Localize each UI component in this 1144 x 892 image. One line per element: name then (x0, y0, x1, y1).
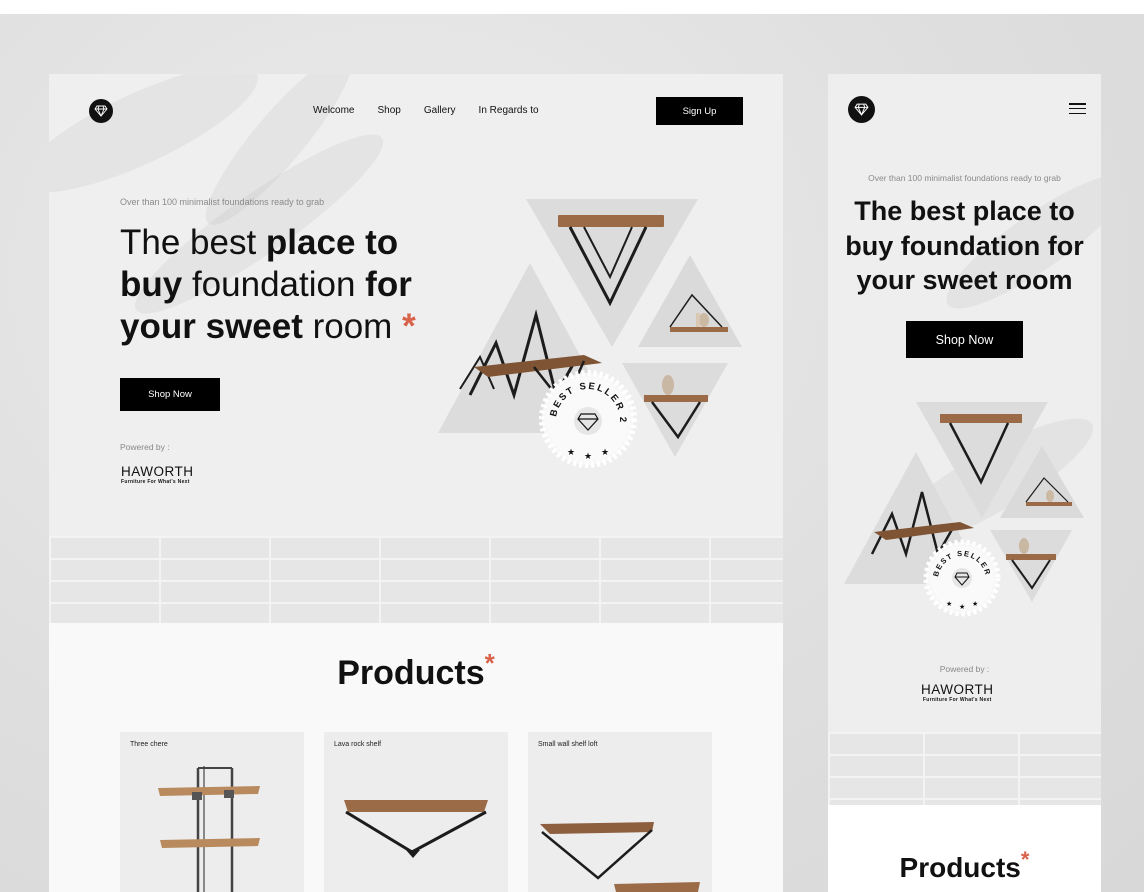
wood-shelf (558, 215, 664, 227)
asterisk-accent: * (484, 648, 495, 678)
vase (696, 313, 700, 327)
headline-segment: your sweet (856, 265, 998, 295)
brand-name: HAWORTH (121, 464, 194, 479)
products-title: Products* (828, 847, 1101, 884)
headline-segment: for (365, 265, 412, 304)
vase (699, 313, 709, 327)
headline-segment: buy (845, 230, 894, 261)
haworth-logo: HAWORTH Furniture For What's Next (921, 682, 994, 704)
sign-up-button[interactable]: Sign Up (656, 97, 743, 125)
products-title: Products* (49, 648, 783, 693)
hamburger-menu-icon[interactable] (1069, 103, 1086, 117)
hero-shelf-art: BEST SELLER 2020 ★ ★ ★ (844, 402, 1084, 617)
powered-by-label: Powered by : (120, 442, 170, 452)
product-card-small-wall-shelf-loft[interactable]: Small wall shelf loft (528, 732, 712, 892)
brick-wall-strip (828, 732, 1101, 805)
headline-segment: buy (120, 265, 183, 304)
shop-now-button[interactable]: Shop Now (120, 378, 220, 411)
headline-segment: room (302, 307, 393, 346)
brand-logo[interactable] (89, 99, 113, 123)
nav-link-shop[interactable]: Shop (378, 105, 401, 116)
powered-by-label: Powered by : (939, 664, 990, 674)
main-nav: Welcome Shop Gallery In Regards to (313, 105, 539, 116)
diamond-icon (94, 105, 108, 118)
hero-shelf-art: BEST SELLER 2020 ★ ★ ★ (434, 199, 742, 468)
hero-headline: The best place to buy foundation for you… (120, 222, 440, 348)
shop-now-button[interactable]: Shop Now (906, 321, 1023, 358)
product-card-three-chere[interactable]: Three chere (120, 732, 304, 892)
star-icon: ★ (584, 452, 592, 462)
diamond-icon (854, 103, 869, 117)
headline-segment: your sweet (120, 307, 303, 346)
haworth-logo: HAWORTH Furniture For What's Next (121, 464, 194, 486)
products-title-text: Products (899, 852, 1021, 883)
mobile-page: Over than 100 minimalist foundations rea… (828, 74, 1101, 892)
hero-tagline: Over than 100 minimalist foundations rea… (868, 173, 1061, 183)
headline-segment: for (1047, 230, 1084, 261)
product-image (540, 822, 700, 892)
headline-segment: room (997, 265, 1073, 295)
star-icon: ★ (972, 600, 978, 608)
products-title-text: Products (337, 654, 485, 692)
brand-tagline: Furniture For What's Next (922, 697, 992, 703)
headline-segment: place to (972, 196, 1075, 226)
brand-name: HAWORTH (921, 682, 994, 697)
nav-link-in-regards-to[interactable]: In Regards to (479, 105, 539, 116)
product-image (158, 766, 260, 892)
nav-link-gallery[interactable]: Gallery (424, 105, 456, 116)
asterisk-accent: * (402, 307, 416, 346)
screen-top-strip (0, 0, 1144, 14)
star-icon: ★ (567, 448, 575, 458)
hero-headline: The best place to buy foundation for you… (828, 194, 1101, 298)
brand-logo[interactable] (848, 96, 875, 123)
product-image (344, 800, 488, 858)
star-icon: ★ (946, 600, 952, 608)
headline-segment: foundation (893, 230, 1048, 261)
desktop-page: Welcome Shop Gallery In Regards to Sign … (49, 74, 783, 892)
wood-shelf (670, 327, 728, 332)
asterisk-accent: * (1020, 847, 1030, 872)
star-icon: ★ (601, 448, 609, 458)
headline-segment: place to (265, 223, 399, 262)
wood-shelf (644, 395, 708, 402)
headline-segment: The best (120, 223, 266, 262)
headline-segment: The best (854, 196, 973, 226)
brand-tagline: Furniture For What's Next (121, 479, 190, 485)
nav-link-welcome[interactable]: Welcome (313, 105, 355, 116)
brick-wall-strip (49, 536, 783, 623)
product-card-lava-rock-shelf[interactable]: Lava rock shelf (324, 732, 508, 892)
triangle-panel (622, 363, 728, 457)
hero-tagline: Over than 100 minimalist foundations rea… (120, 197, 325, 207)
headline-segment: foundation (182, 265, 366, 304)
vase (662, 375, 674, 395)
star-icon: ★ (959, 603, 965, 611)
